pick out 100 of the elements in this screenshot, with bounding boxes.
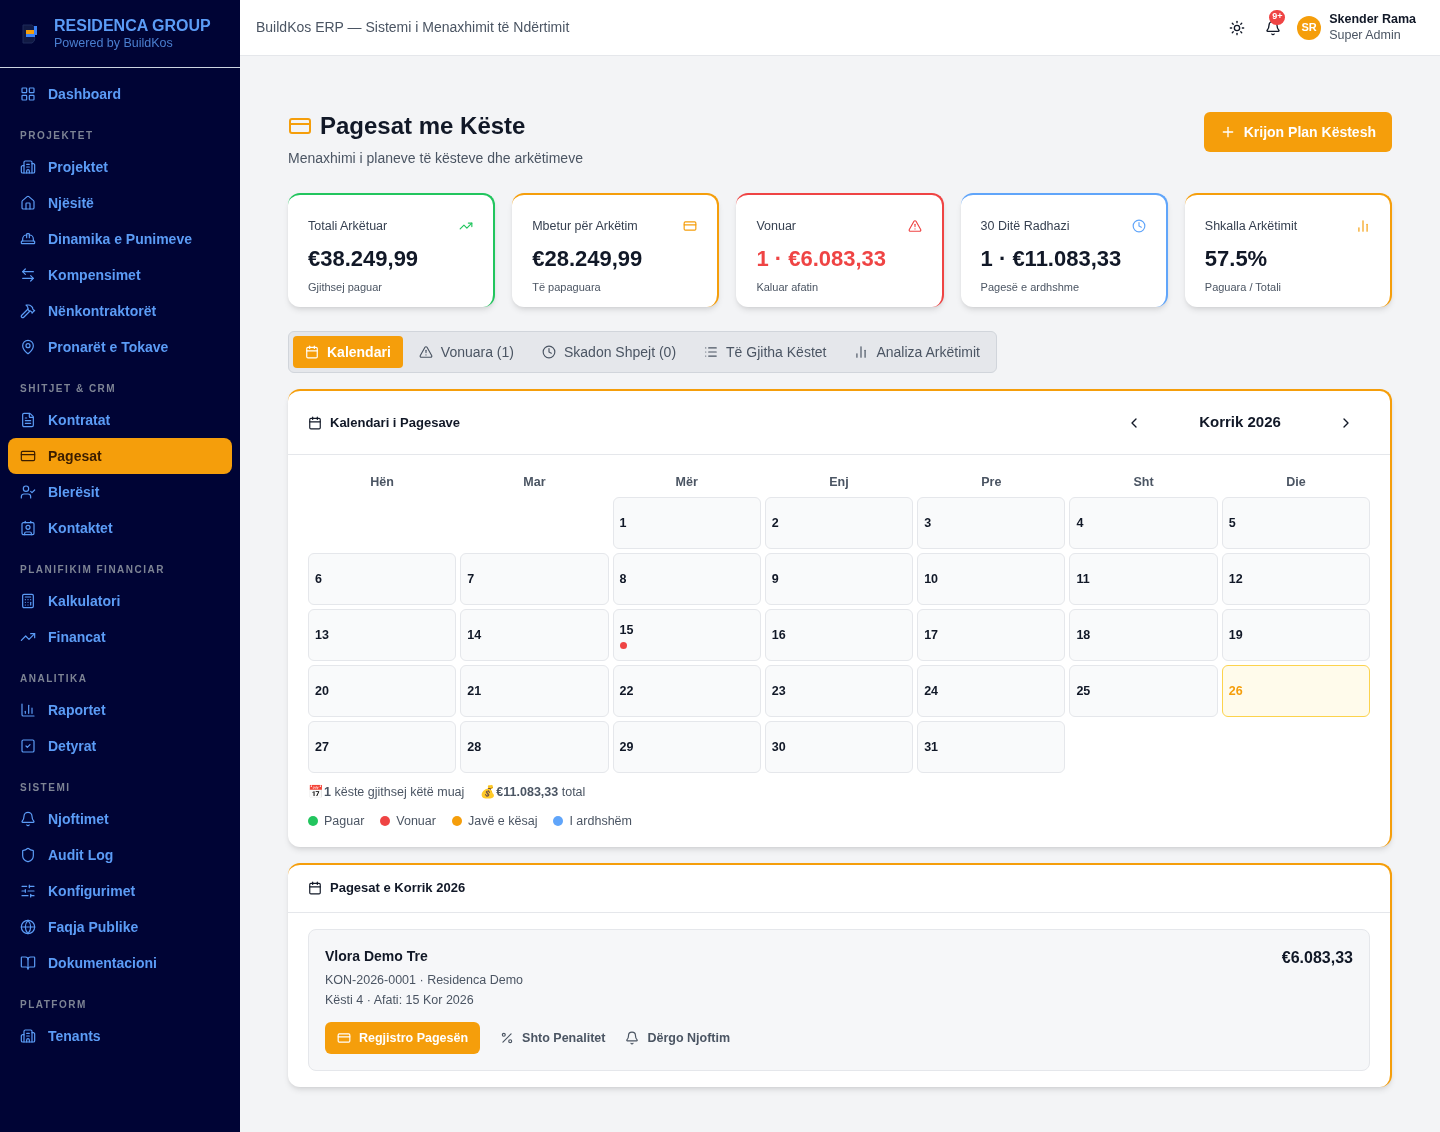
day-cell[interactable]: 11 bbox=[1069, 553, 1218, 605]
day-cell[interactable]: 8 bbox=[612, 553, 761, 605]
nav-item[interactable]: Pronarët e Tokave bbox=[8, 329, 232, 365]
calendar-icon bbox=[308, 415, 322, 430]
nav-item[interactable]: Kontaktet bbox=[8, 510, 232, 546]
legend-label: I ardhshëm bbox=[569, 812, 632, 830]
day-number: 2 bbox=[771, 514, 780, 532]
day-cell[interactable]: 21 bbox=[460, 665, 609, 717]
payment-amount: €6.083,33 bbox=[1281, 947, 1353, 968]
day-cell[interactable]: 25 bbox=[1069, 665, 1218, 717]
action-button[interactable]: Dërgo Njoftim bbox=[625, 1022, 731, 1054]
stat-value: €38.249,99 bbox=[308, 244, 420, 273]
day-cell[interactable]: 18 bbox=[1069, 609, 1218, 661]
day-cell[interactable]: 6 bbox=[308, 553, 457, 605]
day-cell[interactable]: 4 bbox=[1069, 497, 1218, 549]
theme-toggle-icon[interactable] bbox=[1229, 19, 1246, 36]
day-cell[interactable]: 1 bbox=[612, 497, 761, 549]
nav-item[interactable]: Konfigurimet bbox=[8, 873, 232, 909]
tab[interactable]: Skadon Shpejt (0) bbox=[530, 336, 689, 368]
day-cell[interactable]: 28 bbox=[460, 721, 609, 773]
nav-item[interactable]: Blerësit bbox=[8, 474, 232, 510]
weekday-label: Enj bbox=[828, 474, 850, 491]
day-cell[interactable]: 12 bbox=[1221, 553, 1370, 605]
day-number: 30 bbox=[771, 738, 787, 756]
nav-item[interactable]: Njësitë bbox=[8, 185, 232, 221]
nav-item[interactable]: Kontratat bbox=[8, 402, 232, 438]
day-cell[interactable]: 15 bbox=[612, 609, 761, 661]
tab[interactable]: Të Gjitha Këstet bbox=[692, 336, 839, 368]
day-cell[interactable]: 19 bbox=[1221, 609, 1370, 661]
day-number: 6 bbox=[315, 570, 323, 588]
day-cell[interactable]: 5 bbox=[1221, 497, 1370, 549]
legend-label: Javë e kësaj bbox=[467, 812, 538, 830]
day-cell[interactable]: 27 bbox=[308, 721, 457, 773]
grid-icon bbox=[20, 86, 36, 102]
bar-chart-icon bbox=[20, 702, 36, 718]
tab[interactable]: Analiza Arkëtimit bbox=[842, 336, 992, 368]
day-cell[interactable]: 17 bbox=[917, 609, 1066, 661]
stat-note: Kaluar afatin bbox=[756, 279, 820, 295]
day-cell[interactable]: 31 bbox=[917, 721, 1066, 773]
building-icon bbox=[20, 159, 36, 175]
notifications-icon[interactable] bbox=[1265, 19, 1282, 36]
building-icon bbox=[20, 1028, 36, 1044]
nav-item[interactable]: Kalkulatori bbox=[8, 583, 232, 619]
day-cell[interactable]: 9 bbox=[764, 553, 914, 605]
user-check-icon bbox=[20, 484, 36, 500]
day-number: 26 bbox=[1228, 682, 1244, 700]
section-label: PLATFORM bbox=[19, 998, 88, 1012]
action-button[interactable]: Shto Penalitet bbox=[500, 1022, 606, 1054]
day-cell[interactable]: 16 bbox=[764, 609, 914, 661]
user-name: Skender Rama bbox=[1329, 11, 1416, 28]
day-cell[interactable]: 2 bbox=[764, 497, 914, 549]
nav-item[interactable]: Faqja Publike bbox=[8, 909, 232, 945]
bell-icon bbox=[625, 1031, 640, 1045]
section-label: SISTEMI bbox=[19, 781, 72, 795]
nav-item[interactable]: Dokumentacioni bbox=[8, 945, 232, 981]
day-number: 8 bbox=[619, 570, 628, 588]
day-cell[interactable]: 30 bbox=[764, 721, 914, 773]
day-number: 9 bbox=[771, 570, 780, 588]
day-number: 4 bbox=[1076, 514, 1085, 532]
day-cell[interactable]: 22 bbox=[612, 665, 761, 717]
nav-item[interactable]: Dashboard bbox=[8, 76, 232, 112]
nav-item[interactable]: Projektet bbox=[8, 149, 232, 185]
nav-item[interactable]: Pagesat bbox=[8, 438, 232, 474]
checkbox-icon bbox=[20, 738, 36, 754]
section-label: PROJEKTET bbox=[19, 129, 95, 143]
bar-chart-icon bbox=[854, 345, 869, 359]
stat-value: 1 · €6.083,33 bbox=[756, 244, 888, 273]
stat-value: €28.249,99 bbox=[532, 244, 644, 273]
weekday-label: Pre bbox=[980, 474, 1003, 491]
nav-item[interactable]: Nënkontraktorët bbox=[8, 293, 232, 329]
nav-item[interactable]: Audit Log bbox=[8, 837, 232, 873]
day-cell[interactable]: 7 bbox=[460, 553, 609, 605]
day-cell[interactable]: 3 bbox=[917, 497, 1066, 549]
day-number: 3 bbox=[924, 514, 933, 532]
day-cell[interactable]: 14 bbox=[460, 609, 609, 661]
summary-text: 1 këste gjithsej këtë muaj bbox=[324, 784, 465, 801]
day-cell[interactable]: 10 bbox=[917, 553, 1066, 605]
day-cell[interactable]: 13 bbox=[308, 609, 457, 661]
page-title: Pagesat me Këste bbox=[320, 111, 526, 141]
day-cell[interactable]: 20 bbox=[308, 665, 457, 717]
day-cell[interactable]: 23 bbox=[764, 665, 914, 717]
contract-info: KON-2026-0001 · Residenca Demo bbox=[325, 971, 525, 989]
section-label: PLANIFIKIM FINANCIAR bbox=[19, 563, 166, 577]
day-number: 16 bbox=[771, 626, 787, 644]
day-cell[interactable]: 24 bbox=[917, 665, 1066, 717]
notification-badge: 9+ bbox=[1269, 9, 1286, 25]
nav-item[interactable]: Njoftimet bbox=[8, 801, 232, 837]
nav-item[interactable]: Detyrat bbox=[8, 728, 232, 764]
tab[interactable]: Vonuara (1) bbox=[406, 336, 526, 368]
day-number: 19 bbox=[1228, 626, 1244, 644]
nav-item[interactable]: Dinamika e Punimeve bbox=[8, 221, 232, 257]
nav-item[interactable]: Financat bbox=[8, 619, 232, 655]
app-title: BuildKos ERP — Sistemi i Menaxhimit të Ndërtimit bbox=[256, 18, 571, 37]
legend-label: Vonuar bbox=[396, 812, 436, 830]
installment-info: Kësti 4 · Afati: 15 Kor 2026 bbox=[325, 992, 475, 1010]
nav-item[interactable]: Raportet bbox=[8, 692, 232, 728]
day-cell[interactable]: 29 bbox=[612, 721, 761, 773]
nav-item[interactable]: Tenants bbox=[8, 1018, 232, 1054]
bell-icon bbox=[20, 811, 36, 827]
nav-item[interactable]: Kompensimet bbox=[8, 257, 232, 293]
